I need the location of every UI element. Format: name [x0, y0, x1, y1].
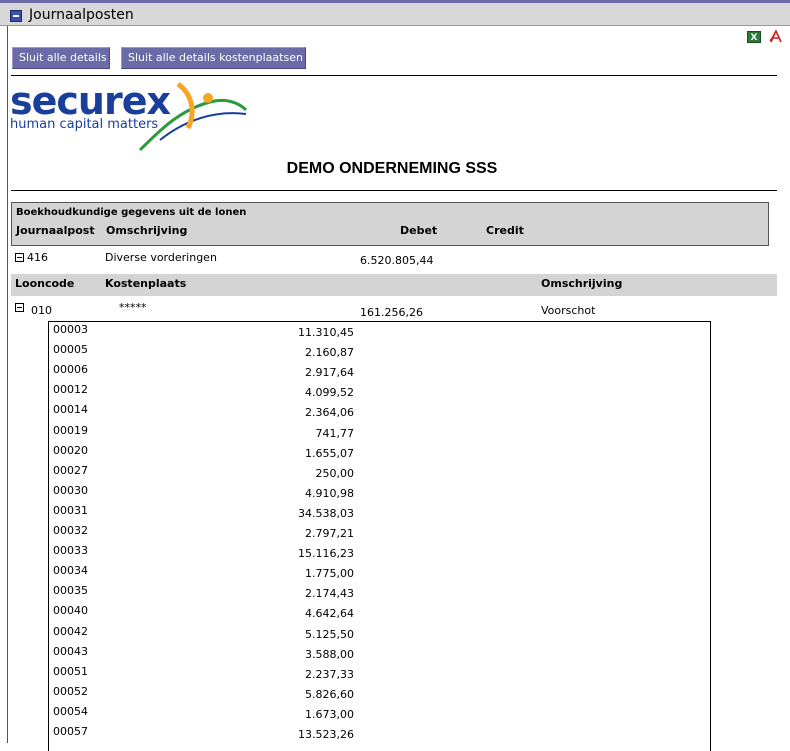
- detail-row: 00051 2.237,33: [49, 664, 710, 684]
- detail-row: 00054 1.673,00: [49, 704, 710, 724]
- detail-amount: 2.174,43: [305, 587, 354, 601]
- detail-code: 00032: [53, 524, 88, 537]
- detail-row: 00057 13.523,26: [49, 724, 710, 744]
- detail-code: 00052: [53, 684, 88, 698]
- detail-amount: 3.588,00: [305, 647, 354, 661]
- header-title: Boekhoudkundige gegevens uit de lonen: [16, 207, 247, 218]
- detail-row: 00043 3.588,00: [49, 644, 710, 664]
- detail-row: 00012 4.099,52: [49, 382, 710, 402]
- detail-code: 00003: [53, 323, 88, 336]
- detail-code: 00057: [53, 725, 88, 738]
- detail-row: 00042 5.125,50: [49, 624, 710, 644]
- looncode-description: Voorschot: [541, 304, 596, 317]
- detail-row: 00005 2.160,87: [49, 342, 710, 362]
- detail-code: 00027: [53, 463, 88, 477]
- company-name: DEMO ONDERNEMING SSS: [286, 160, 498, 177]
- journal-description: Diverse vorderingen: [105, 251, 217, 264]
- detail-amount: 2.364,06: [305, 406, 354, 420]
- panel-border: [7, 26, 8, 743]
- detail-amount: 34.538,03: [298, 506, 354, 520]
- panel-title: Journaalposten: [29, 7, 134, 23]
- col-omschrijving: Omschrijving: [106, 224, 188, 237]
- detail-row: 00014 2.364,06: [49, 402, 710, 422]
- detail-code: 00020: [53, 443, 88, 457]
- collapse-entry-icon[interactable]: [15, 253, 24, 262]
- detail-row: 00003 11.310,45: [49, 322, 710, 342]
- col-credit: Credit: [486, 224, 524, 237]
- looncode-header: Looncode Kostenplaats Omschrijving: [11, 274, 777, 296]
- svg-text:human capital matters: human capital matters: [10, 117, 158, 132]
- col-journaalpost: Journaalpost: [16, 224, 95, 237]
- detail-amount: 4.910,98: [305, 486, 354, 500]
- looncode-amount: 161.256,26: [360, 306, 423, 319]
- detail-row: 00019 741,77: [49, 423, 710, 443]
- excel-icon[interactable]: X: [747, 31, 761, 43]
- detail-row: 00032 2.797,21: [49, 523, 710, 543]
- journal-entry-row: 416 Diverse vorderingen 6.520.805,44: [11, 251, 771, 269]
- detail-row: 00031 34.538,03: [49, 503, 710, 523]
- detail-amount: 2.917,64: [305, 366, 354, 380]
- detail-code: 00043: [53, 644, 88, 658]
- col-omschrijving-loon: Omschrijving: [541, 277, 623, 290]
- detail-amount: 2.160,87: [305, 346, 354, 360]
- divider: [11, 75, 777, 76]
- detail-code: 00006: [53, 363, 88, 377]
- panel-header: Journaalposten: [0, 0, 790, 26]
- detail-amount: 250,00: [315, 466, 355, 480]
- detail-amount: 4.099,52: [305, 386, 354, 400]
- detail-code: 00054: [53, 704, 88, 718]
- col-kostenplaats: Kostenplaats: [105, 277, 187, 290]
- cost-center-details: 00003 11.310,45 00005 2.160,87 00006 2.917,64…: [48, 321, 711, 751]
- close-all-details-button[interactable]: Sluit alle details: [12, 47, 110, 69]
- detail-amount: 15.116,23: [298, 547, 354, 561]
- detail-code: 00019: [53, 423, 88, 437]
- detail-code: 00051: [53, 664, 88, 678]
- journal-table-header: Boekhoudkundige gegevens uit de lonen Jo…: [11, 202, 769, 246]
- detail-row: 00040 4.642,64: [49, 603, 710, 623]
- close-all-cost-details-button[interactable]: Sluit alle details kostenplaatsen: [121, 47, 306, 69]
- looncode-row: 010 ***** 161.256,26 Voorschot: [11, 301, 771, 319]
- kostenplaats: *****: [119, 301, 147, 314]
- collapse-looncode-icon[interactable]: [15, 303, 24, 312]
- detail-amount: 1.775,00: [305, 567, 354, 581]
- detail-amount: 5.826,60: [305, 687, 354, 701]
- detail-code: 00014: [53, 403, 88, 417]
- detail-row: 00033 15.116,23: [49, 543, 710, 563]
- col-looncode: Looncode: [15, 277, 75, 290]
- journal-debet: 6.520.805,44: [360, 254, 434, 267]
- detail-row: 00035 2.174,43: [49, 583, 710, 603]
- detail-amount: 5.125,50: [305, 627, 354, 641]
- detail-code: 00031: [53, 503, 88, 517]
- detail-row: 00027 250,00: [49, 463, 710, 483]
- detail-code: 00033: [53, 544, 88, 558]
- detail-code: 00034: [53, 564, 88, 578]
- detail-amount: 1.655,07: [305, 446, 354, 460]
- detail-amount: 741,77: [315, 426, 355, 440]
- detail-code: 00035: [53, 584, 88, 598]
- detail-code: 00040: [53, 604, 88, 618]
- detail-amount: 4.642,64: [305, 607, 354, 621]
- looncode: 010: [31, 304, 52, 317]
- divider: [11, 190, 777, 191]
- detail-code: 00005: [53, 343, 88, 357]
- detail-row: 00030 4.910,98: [49, 483, 710, 503]
- detail-code: 00042: [53, 624, 88, 638]
- detail-row: 00052 5.826,60: [49, 684, 710, 704]
- detail-code: 00012: [53, 383, 88, 397]
- col-debet: Debet: [400, 224, 438, 237]
- detail-amount: 2.797,21: [305, 527, 354, 540]
- detail-amount: 2.237,33: [305, 667, 354, 681]
- collapse-icon[interactable]: [10, 10, 22, 22]
- detail-amount: 13.523,26: [298, 728, 354, 741]
- pdf-icon-graphic: [769, 29, 782, 43]
- detail-row: 00034 1.775,00: [49, 563, 710, 583]
- detail-amount: 1.673,00: [305, 707, 354, 721]
- detail-row: 00006 2.917,64: [49, 362, 710, 382]
- securex-logo: securex human capital matters: [10, 79, 250, 156]
- journal-code: 416: [27, 251, 48, 264]
- detail-amount: 11.310,45: [298, 326, 354, 339]
- pdf-icon[interactable]: [768, 29, 784, 44]
- detail-code: 00030: [53, 483, 88, 497]
- detail-row: 00020 1.655,07: [49, 443, 710, 463]
